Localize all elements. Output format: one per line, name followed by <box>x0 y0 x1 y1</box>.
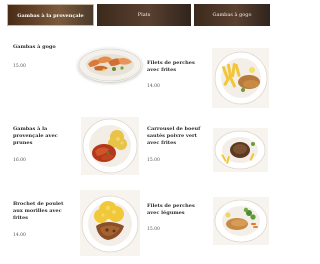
item-name: Gambas à gogo <box>13 44 56 50</box>
menu-page: Gambas à la provençale Plats Gambas à go… <box>0 0 271 264</box>
tab-gambas-provencale[interactable]: Gambas à la provençale <box>7 4 94 26</box>
gambas-provencale-plate-icon <box>82 118 138 174</box>
brochet-poulet-plate-icon <box>81 195 139 253</box>
item-price: 14.00 <box>13 233 26 238</box>
item-name: Gambas à la provençale avec prunes <box>13 126 58 146</box>
menu-item-carrousel-boeuf[interactable]: Carrousel de boeuf sautés poivre vert av… <box>147 126 211 176</box>
item-name: Brochet de poulet aux morilles avec frit… <box>13 201 64 221</box>
dish-image-perches-frites[interactable] <box>212 48 269 108</box>
dish-image-gambas-gogo[interactable] <box>78 48 142 82</box>
item-price: 15.00 <box>147 158 160 163</box>
item-name: Filets de perches avec frites <box>147 60 195 73</box>
item-price: 15.00 <box>147 227 160 232</box>
perches-legumes-plate-icon <box>214 199 268 243</box>
tab-gambas-gogo[interactable]: Gambas à gogo <box>194 4 270 26</box>
dish-image-carrousel-boeuf[interactable] <box>213 128 268 172</box>
dish-image-perches-legumes[interactable] <box>213 197 269 245</box>
perches-frites-plate-icon <box>214 51 268 105</box>
item-price: 16.00 <box>13 158 26 163</box>
menu-item-gambas-provencale[interactable]: Gambas à la provençale avec prunes 16.00 <box>13 126 77 176</box>
menu-item-perches-legumes[interactable]: Filets de perches avec légumes 15.00 <box>147 203 211 253</box>
dish-image-gambas-provencale[interactable] <box>81 117 139 175</box>
item-price: 15.00 <box>13 64 26 69</box>
item-price: 14.00 <box>147 84 160 89</box>
category-tabs: Gambas à la provençale Plats Gambas à go… <box>0 0 271 30</box>
item-name: Filets de perches avec légumes <box>147 203 195 216</box>
menu-item-gambas-gogo[interactable]: Gambas à gogo 15.00 <box>13 44 77 74</box>
gambas-plate-icon <box>78 48 142 82</box>
dish-image-brochet-poulet[interactable] <box>80 190 140 256</box>
menu-item-brochet-poulet[interactable]: Brochet de poulet aux morilles avec frit… <box>13 201 77 251</box>
item-name: Carrousel de boeuf sautés poivre vert av… <box>147 126 201 146</box>
tab-plats[interactable]: Plats <box>97 4 191 26</box>
menu-item-perches-frites[interactable]: Filets de perches avec frites 14.00 <box>147 60 211 100</box>
carrousel-boeuf-plate-icon <box>214 130 266 170</box>
